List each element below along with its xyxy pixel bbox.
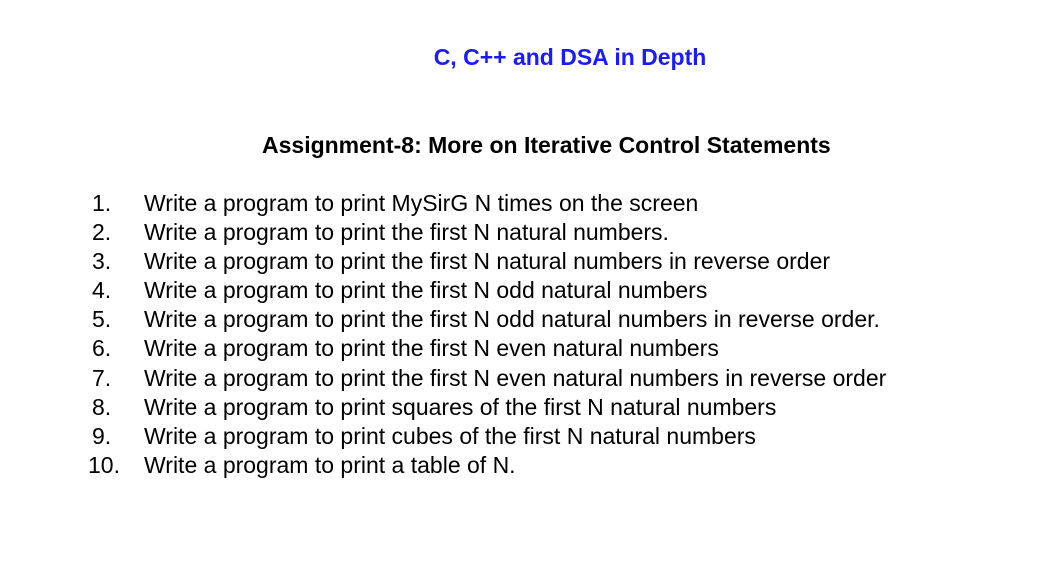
list-item-text: Write a program to print the first N eve… [144,335,719,362]
list-item-text: Write a program to print the first N nat… [144,219,669,246]
list-item: 1. Write a program to print MySirG N time… [88,189,886,218]
list-item-number: 8. [92,393,112,420]
list-item-number: 5. [92,306,112,333]
course-title: C, C++ and DSA in Depth [433,44,707,70]
assignment-title: Assignment-8: More on Iterative Control … [262,132,831,158]
list-item-text: Write a program to print squares of the … [144,393,777,420]
list-item: 10. Write a program to print a table of N… [88,451,886,480]
list-item: 9. Write a program to print cubes of the … [88,422,886,451]
list-item-number: 1. [92,190,112,216]
list-item-number: 3. [92,248,112,275]
list-item: 2. Write a program to print the first N n… [88,218,886,247]
list-item-number: 6. [92,335,112,362]
list-item-text: Write a program to print the first N eve… [144,364,887,391]
list-item-text: Write a program to print cubes of the fi… [144,422,756,449]
list-item: 4. Write a program to print the first N o… [88,276,886,305]
list-item: 5. Write a program to print the first N o… [88,305,886,334]
list-item-number: 9. [92,422,112,449]
list-item-text: Write a program to print MySirG N times … [144,190,699,216]
list-item-text: Write a program to print a table of N. [144,451,516,478]
list-item-number: 2. [92,219,112,246]
list-item-number: 7. [92,364,112,391]
task-list: 1. Write a program to print MySirG N time… [88,189,886,480]
list-item: 7. Write a program to print the first N e… [88,364,886,393]
list-item-text: Write a program to print the first N odd… [144,277,708,304]
list-item-text: Write a program to print the first N odd… [144,306,880,333]
list-item-number: 4. [92,277,112,304]
list-item: 3. Write a program to print the first N n… [88,247,886,276]
list-item-text: Write a program to print the first N nat… [144,248,831,275]
list-item: 8. Write a program to print squares of th… [88,393,886,422]
list-item-number: 10. [88,451,120,478]
list-item: 6. Write a program to print the first N e… [88,334,886,363]
